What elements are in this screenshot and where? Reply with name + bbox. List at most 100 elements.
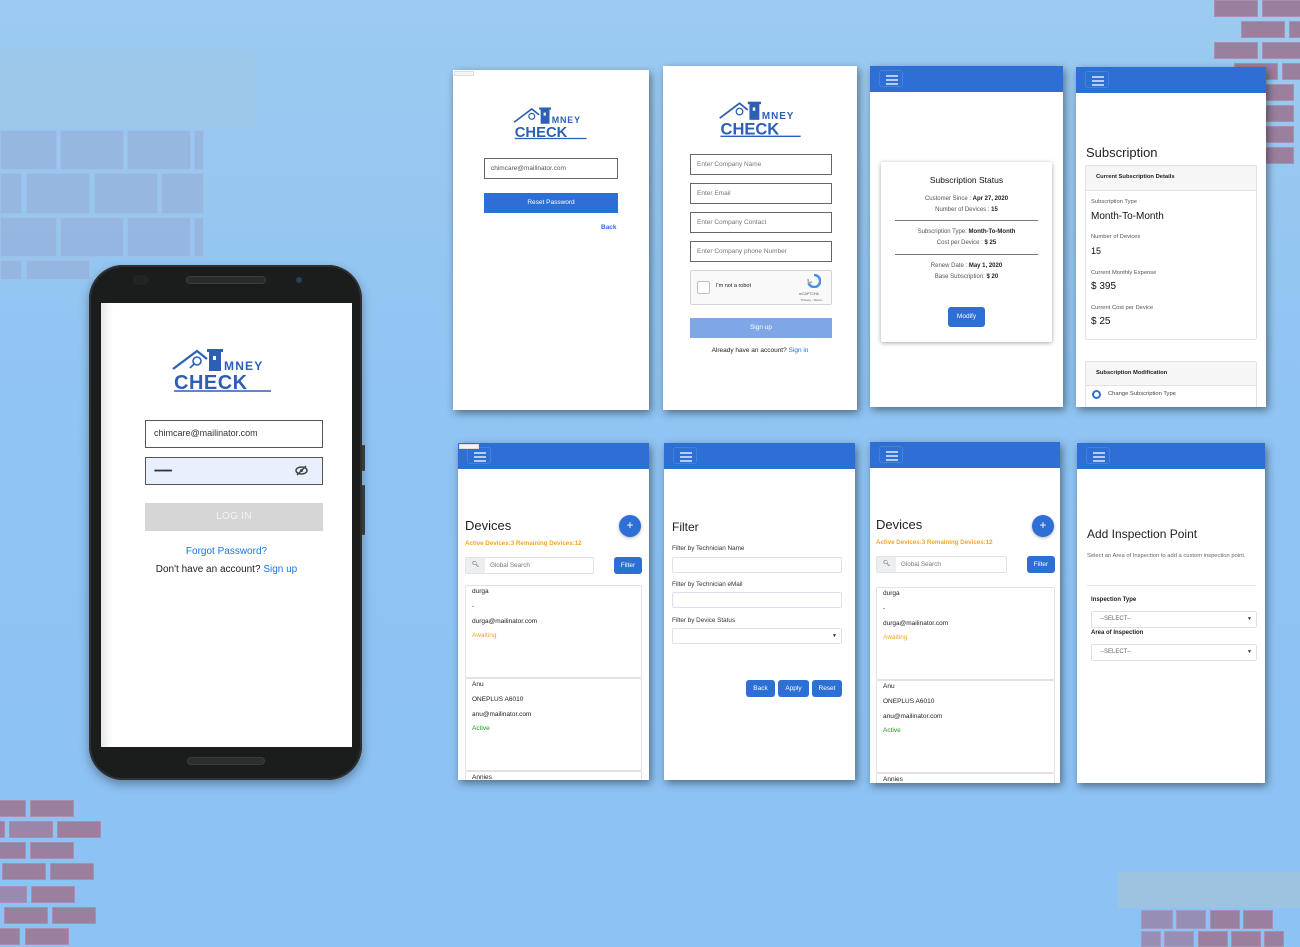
hamburger-menu-icon[interactable] bbox=[879, 446, 903, 463]
type-value: Month-To-Month bbox=[968, 229, 1016, 235]
device-model: - bbox=[883, 605, 886, 612]
hamburger-menu-icon[interactable] bbox=[673, 447, 697, 464]
tech-name-input[interactable] bbox=[672, 557, 842, 573]
recaptcha-checkbox[interactable] bbox=[697, 281, 710, 294]
email-input[interactable]: chimcare@mailinator.com bbox=[145, 420, 323, 448]
company-contact-input[interactable]: Enter Company Contact bbox=[690, 212, 832, 233]
hamburger-menu-icon[interactable] bbox=[1085, 71, 1109, 88]
device-status: Active bbox=[472, 725, 490, 732]
subscription-title: Subscription bbox=[1086, 145, 1158, 160]
password-value: •••••••••••• bbox=[154, 468, 172, 475]
back-link[interactable]: Back bbox=[601, 224, 617, 231]
device-list-item[interactable]: durga - durga@mailinator.com Awaiting bbox=[465, 585, 642, 678]
change-type-radio[interactable] bbox=[1092, 390, 1101, 399]
reset-button[interactable]: Reset bbox=[812, 680, 842, 697]
type-label: Subscription Type: bbox=[917, 229, 967, 235]
hamburger-menu-icon[interactable] bbox=[879, 70, 903, 87]
chimney-check-logo: MNEY CHECK bbox=[715, 100, 857, 138]
devices-screen: Devices + Active Devices:3 Remaining Dev… bbox=[458, 443, 649, 780]
cost-label: Current Cost per Device bbox=[1091, 305, 1154, 311]
inspection-type-select[interactable]: --SELECT-- ▼ bbox=[1091, 611, 1257, 628]
recaptcha-links[interactable]: Privacy - Terms bbox=[801, 298, 822, 302]
browser-tab-badge bbox=[459, 444, 479, 449]
device-list-item[interactable]: Anu ONEPLUS A6010 anu@mailinator.com Act… bbox=[876, 680, 1055, 773]
signin-link[interactable]: Sign in bbox=[789, 347, 809, 354]
modify-button[interactable]: Modify bbox=[948, 307, 985, 327]
status-title: Subscription Status bbox=[929, 175, 1004, 185]
device-status-label: Filter by Device Status bbox=[672, 617, 735, 624]
modification-header-text: Subscription Modification bbox=[1096, 370, 1168, 376]
reset-password-button[interactable]: Reset Password bbox=[484, 193, 618, 213]
divider bbox=[895, 220, 1038, 221]
add-inspection-description: Select an Area of Inspection to add a cu… bbox=[1087, 553, 1246, 559]
device-list-item[interactable]: Annies bbox=[465, 771, 642, 780]
filter-title: Filter bbox=[672, 520, 699, 534]
devices-row: Number of Devices : 15 bbox=[881, 207, 1052, 213]
devices-value: 15 bbox=[1091, 246, 1102, 256]
eye-off-icon[interactable] bbox=[295, 458, 308, 483]
device-technician-email: durga@mailinator.com bbox=[472, 618, 538, 625]
subscription-status-screen: Subscription Status Customer Since : Apr… bbox=[870, 66, 1063, 407]
cost-row: Cost per Device : $ 25 bbox=[881, 240, 1052, 246]
login-button[interactable]: LOG IN bbox=[145, 503, 323, 531]
brick-decoration-top-left bbox=[0, 50, 254, 280]
devices-title: Devices bbox=[465, 518, 512, 533]
global-search-input[interactable]: 🔍︎ Global Search bbox=[876, 556, 1007, 573]
device-status-select[interactable]: ▼ bbox=[672, 628, 842, 644]
password-input[interactable]: •••••••••••• bbox=[145, 457, 323, 485]
no-account-text: Don't have an account? bbox=[155, 564, 261, 575]
devices-value: 15 bbox=[991, 207, 998, 213]
tech-email-input[interactable] bbox=[672, 592, 842, 608]
signin-prompt: Already have an account? Sign in bbox=[663, 347, 857, 354]
device-list-item[interactable]: Anu ONEPLUS A6010 anu@mailinator.com Act… bbox=[465, 678, 642, 771]
device-status: Active bbox=[883, 727, 901, 734]
details-header: Current Subscription Details bbox=[1086, 166, 1256, 191]
global-search-input[interactable]: 🔍︎ Global Search bbox=[465, 557, 594, 574]
change-type-label[interactable]: Change Subscription Type bbox=[1108, 391, 1176, 397]
signup-link[interactable]: Sign up bbox=[263, 564, 297, 575]
device-list-item[interactable]: durga - durga@mailinator.com Awaiting bbox=[876, 587, 1055, 680]
monthly-label: Current Monthly Expense bbox=[1091, 270, 1157, 276]
current-details-card: Current Subscription Details Subscriptio… bbox=[1085, 165, 1257, 340]
device-technician-name: Annies bbox=[883, 776, 903, 783]
device-list-item[interactable]: Annies bbox=[876, 773, 1055, 783]
company-name-input[interactable]: Enter Company Name bbox=[690, 154, 832, 175]
signup-screen: MNEY CHECK Enter Company Name Enter Emai… bbox=[663, 66, 857, 410]
top-navbar bbox=[1077, 443, 1265, 469]
device-technician-email: anu@mailinator.com bbox=[883, 713, 943, 720]
company-phone-input[interactable]: Enter Company phone Number bbox=[690, 241, 832, 262]
add-device-button[interactable]: + bbox=[619, 515, 641, 537]
back-button[interactable]: Back bbox=[746, 680, 775, 697]
apply-button[interactable]: Apply bbox=[778, 680, 809, 697]
chevron-down-icon: ▼ bbox=[1247, 616, 1252, 622]
browser-tab-badge bbox=[454, 71, 474, 76]
add-device-button[interactable]: + bbox=[1032, 515, 1054, 537]
top-navbar bbox=[664, 443, 855, 469]
modification-card: Subscription Modification Change Subscri… bbox=[1085, 361, 1257, 407]
device-status: Awaiting bbox=[472, 632, 497, 639]
device-technician-name: durga bbox=[472, 588, 489, 595]
device-technician-name: Anu bbox=[472, 681, 484, 688]
add-inspection-point-screen: Add Inspection Point Select an Area of I… bbox=[1077, 443, 1265, 783]
logo-text-bottom: CHECK bbox=[174, 372, 248, 393]
logo-text-bottom: CHECK bbox=[515, 125, 568, 140]
filter-button[interactable]: Filter bbox=[1027, 556, 1055, 573]
renew-value: May 1, 2020 bbox=[968, 263, 1003, 269]
base-label: Base Subscription: bbox=[934, 274, 985, 280]
inspection-type-value: --SELECT-- bbox=[1100, 616, 1132, 622]
devices-label: Number of Devices bbox=[1091, 234, 1141, 240]
hamburger-menu-icon[interactable] bbox=[1086, 447, 1110, 464]
area-select[interactable]: --SELECT-- ▼ bbox=[1091, 644, 1257, 661]
phone-mockup: MNEY CHECK chimcare@mailinator.com •••••… bbox=[89, 265, 365, 780]
hamburger-menu-icon[interactable] bbox=[467, 447, 491, 464]
search-placeholder: Global Search bbox=[490, 562, 530, 569]
device-model: - bbox=[472, 603, 475, 610]
area-value: --SELECT-- bbox=[1100, 649, 1132, 655]
filter-button[interactable]: Filter bbox=[614, 557, 642, 574]
forgot-password-link[interactable]: Forgot Password? bbox=[101, 546, 352, 557]
top-navbar bbox=[458, 443, 649, 469]
email-input[interactable]: Enter Email bbox=[690, 183, 832, 204]
signup-prompt: Don't have an account? Sign up bbox=[101, 564, 352, 575]
reset-email-input[interactable]: chimcare@mailinator.com bbox=[484, 158, 618, 179]
signup-button[interactable]: Sign up bbox=[690, 318, 832, 338]
